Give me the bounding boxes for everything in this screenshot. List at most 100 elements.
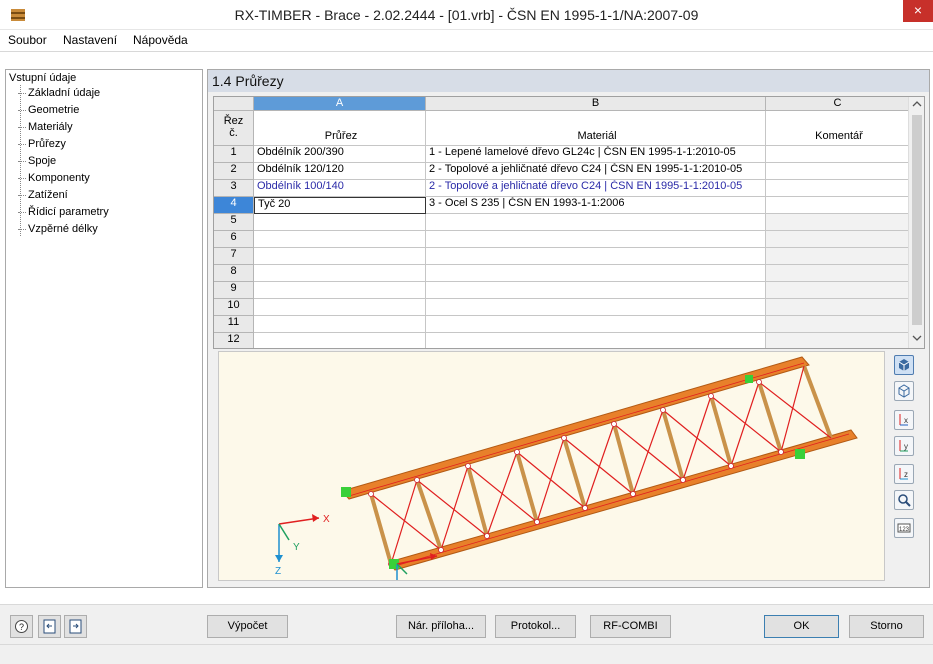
table-cell-material[interactable] [426,265,766,282]
table-cell-material[interactable] [426,299,766,316]
import-icon[interactable] [38,615,61,638]
svg-text:x: x [904,416,908,425]
row-number[interactable]: 9 [214,282,254,299]
column-header-section: Průřez [254,111,426,146]
table-cell-section[interactable]: Obdélník 100/140 [254,180,426,197]
calculate-button[interactable]: Výpočet [207,615,288,638]
table-cell-comment[interactable] [766,333,910,348]
table-cell-section-active[interactable]: Tyč 20 [254,197,426,214]
table-cell-section[interactable] [254,248,426,265]
table-cell-comment[interactable] [766,231,910,248]
table-cell-material[interactable]: 2 - Topolové a jehličnaté dřevo C24 | ČS… [426,180,766,197]
table-cell-section[interactable] [254,214,426,231]
nav-root-input-data[interactable]: Vstupní údaje [9,72,76,84]
view-toolbar: x y z 123 [887,351,922,581]
table-cell-section[interactable] [254,265,426,282]
table-cell-comment[interactable] [766,197,910,214]
view-x-icon[interactable]: x [894,410,914,430]
national-annex-button[interactable]: Nár. příloha... [396,615,486,638]
table-cell-comment[interactable] [766,248,910,265]
svg-text:123: 123 [899,527,910,533]
row-number[interactable]: 7 [214,248,254,265]
nav-item-label: Materiály [28,121,73,133]
nav-item-control-parameters[interactable]: Řídicí parametry [18,206,109,218]
table-cell-comment[interactable] [766,282,910,299]
export-icon[interactable] [64,615,87,638]
column-header-comment: Komentář [766,111,910,146]
table-cell-section[interactable] [254,231,426,248]
nav-item-materials[interactable]: Materiály [18,121,73,133]
table-cell-comment[interactable] [766,299,910,316]
nav-item-buckling-lengths[interactable]: Vzpěrné délky [18,223,98,235]
row-number[interactable]: 6 [214,231,254,248]
navigation-tree: Vstupní údaje Základní údaje Geometrie M… [5,69,203,588]
table-cell-material[interactable] [426,316,766,333]
table-cell-section[interactable] [254,333,426,348]
rf-combi-button[interactable]: RF-COMBI [590,615,671,638]
protocol-button[interactable]: Protokol... [495,615,576,638]
row-number[interactable]: 12 [214,333,254,348]
cancel-button[interactable]: Storno [849,615,924,638]
table-cell-material[interactable] [426,282,766,299]
row-number[interactable]: 3 [214,180,254,197]
column-letter-c[interactable]: C [766,97,910,111]
table-cell-section[interactable]: Obdélník 200/390 [254,146,426,163]
row-number[interactable]: 11 [214,316,254,333]
view-z-icon[interactable]: z [894,464,914,484]
status-bar [0,644,933,664]
column-letter-a[interactable]: A [254,97,426,111]
table-cell-section[interactable] [254,299,426,316]
nav-item-geometry[interactable]: Geometrie [18,104,79,116]
table-cell-section[interactable] [254,316,426,333]
nav-item-label: Řídicí parametry [28,206,109,218]
table-scrollbar[interactable] [908,97,924,348]
nav-item-connections[interactable]: Spoje [18,155,56,167]
nav-item-components[interactable]: Komponenty [18,172,90,184]
row-number[interactable]: 10 [214,299,254,316]
column-letter-b[interactable]: B [426,97,766,111]
svg-text:y: y [904,442,908,451]
structure-3d-view[interactable]: X Y Z [218,351,885,581]
row-number-selected[interactable]: 4 [214,197,254,214]
nav-item-loads[interactable]: Zatížení [18,189,68,201]
table-cell-section[interactable] [254,282,426,299]
nav-item-label: Spoje [28,155,57,167]
table-cell-comment[interactable] [766,214,910,231]
numbering-icon[interactable]: 123 [894,518,914,538]
row-number[interactable]: 5 [214,214,254,231]
table-cell-section[interactable]: Obdélník 120/120 [254,163,426,180]
row-number[interactable]: 8 [214,265,254,282]
truss-brace-drawing: X Y Z [275,356,858,580]
table-cell-material[interactable]: 1 - Lepené lamelové dřevo GL24c | ČSN EN… [426,146,766,163]
view-3d-icon[interactable] [894,355,914,375]
table-cell-material[interactable] [426,231,766,248]
menu-settings[interactable]: Nastavení [63,33,117,47]
grid-corner [214,97,254,111]
dialog-button-bar: ? Výpočet Nár. příloha... Protokol... RF… [0,604,933,644]
table-cell-material[interactable] [426,248,766,265]
table-cell-material[interactable]: 2 - Topolové a jehličnaté dřevo C24 | ČS… [426,163,766,180]
table-cell-comment[interactable] [766,146,910,163]
reset-view-icon[interactable] [894,490,914,510]
menu-file[interactable]: Soubor [8,33,47,47]
row-number[interactable]: 1 [214,146,254,163]
view-box-icon[interactable] [894,381,914,401]
title-bar: RX-TIMBER - Brace - 2.02.2444 - [01.vrb]… [0,0,933,30]
close-button[interactable]: × [903,0,933,22]
ok-button[interactable]: OK [764,615,839,638]
menu-help[interactable]: Nápověda [133,33,188,47]
nav-item-basic-data[interactable]: Základní údaje [18,87,100,99]
nav-item-sections[interactable]: Průřezy [18,138,66,150]
section-title: 1.4 Průřezy [208,70,929,92]
table-cell-material[interactable] [426,333,766,348]
help-icon[interactable]: ? [10,615,33,638]
nav-item-label: Geometrie [28,104,80,116]
table-cell-material[interactable]: 3 - Ocel S 235 | ČSN EN 1993-1-1:2006 [426,197,766,214]
table-cell-comment[interactable] [766,163,910,180]
row-number[interactable]: 2 [214,163,254,180]
table-cell-material[interactable] [426,214,766,231]
table-cell-comment[interactable] [766,265,910,282]
view-y-icon[interactable]: y [894,436,914,456]
table-cell-comment[interactable] [766,180,910,197]
table-cell-comment[interactable] [766,316,910,333]
